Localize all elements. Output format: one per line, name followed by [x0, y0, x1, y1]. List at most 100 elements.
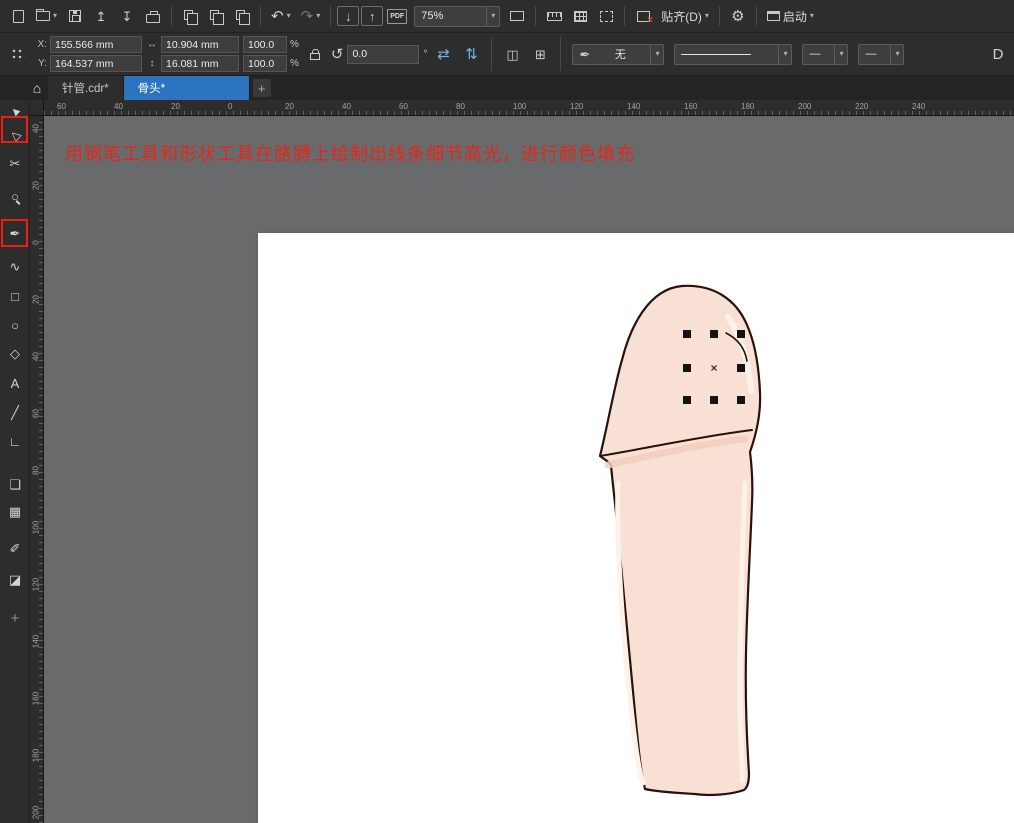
align-grid-button[interactable]: ⊞	[528, 41, 552, 67]
print-button[interactable]	[141, 3, 165, 29]
percent-label: %	[290, 39, 299, 50]
ellipse-tool[interactable]: ○	[0, 314, 30, 336]
tab-document-1[interactable]: 针管.cdr*	[48, 76, 124, 100]
bspline-tool[interactable]: ∿	[0, 255, 30, 277]
crop-tool[interactable]: ✂	[0, 152, 30, 174]
dimension-tool[interactable]: ╱	[0, 401, 30, 423]
caret-icon: ▾	[650, 44, 663, 64]
start-arrowhead-value: —	[809, 48, 821, 60]
cut-button[interactable]	[178, 3, 202, 29]
eyedropper-tool[interactable]: ✐	[0, 537, 30, 559]
redo-button[interactable]: ↷ ▾	[297, 3, 325, 29]
scale-x-input[interactable]: 100.0	[243, 36, 287, 53]
end-arrowhead-select[interactable]: — ▾	[858, 43, 905, 65]
zoom-level-select[interactable]: 75% ▾	[414, 5, 501, 27]
selection-handle[interactable]	[683, 330, 691, 338]
zoom-tool[interactable]: ○	[0, 185, 30, 207]
text-wrap-button[interactable]: D	[986, 41, 1010, 67]
rectangle-tool[interactable]: □	[0, 285, 30, 307]
scale-y-input[interactable]: 100.0	[243, 55, 287, 72]
export-dialog-button[interactable]: ↑	[361, 6, 384, 26]
line-style-select[interactable]: ▾	[674, 43, 793, 65]
ruler-label: 120	[31, 577, 41, 592]
caret-icon: ▾	[704, 11, 709, 20]
ruler-label: 80	[456, 102, 465, 111]
y-label: Y:	[38, 58, 47, 69]
snap-icon	[636, 10, 653, 26]
y-position-input[interactable]: 164.537 mm	[50, 55, 142, 72]
show-guidelines-button[interactable]	[594, 3, 618, 29]
object-origin-grid-icon[interactable]	[10, 46, 25, 62]
ruler-label: 100	[513, 102, 527, 111]
drop-shadow-tool[interactable]: ❏	[0, 473, 30, 495]
text-tool[interactable]: A	[0, 372, 30, 394]
bone-drawing[interactable]	[258, 233, 1014, 823]
new-document-icon	[12, 9, 24, 23]
outline-width-value: 无	[614, 49, 626, 61]
application-icon	[766, 11, 780, 21]
rotation-angle-input[interactable]: 0.0	[347, 44, 420, 64]
tab-document-2[interactable]: 骨头*	[123, 76, 250, 100]
transparency-tool[interactable]: ▦	[0, 500, 30, 522]
ruler-label: 20	[31, 181, 41, 190]
connector-tool[interactable]: ∟	[0, 430, 30, 452]
open-button[interactable]: ▾	[32, 3, 61, 29]
ruler-label: 180	[741, 102, 755, 111]
mirror-vertical-button[interactable]: ⇅	[459, 41, 483, 67]
lock-ratio-button[interactable]	[303, 41, 327, 67]
drawing-canvas[interactable]: 用钢笔工具和形状工具在胳膊上绘制出线条细节高光，进行颜色填充 ×	[44, 116, 1014, 823]
undo-button[interactable]: ↶ ▾	[267, 3, 295, 29]
selection-handle[interactable]	[683, 396, 691, 404]
new-document-tab-button[interactable]: +	[252, 79, 271, 97]
snap-off-button[interactable]	[631, 3, 655, 29]
import-button[interactable]: ↥	[89, 3, 113, 29]
polygon-tool[interactable]: ◇	[0, 342, 30, 364]
show-grid-button[interactable]	[568, 3, 592, 29]
ruler-vertical[interactable]: 40 20 0 20 40 60 80 100 120 140 160 180 200	[30, 116, 44, 823]
zoom-tool-icon: ○	[11, 188, 19, 204]
separator	[171, 6, 173, 26]
start-arrowhead-select[interactable]: — ▾	[802, 43, 849, 65]
caret-icon: ▾	[834, 44, 847, 64]
ruler-label: 160	[31, 691, 41, 706]
new-document-button[interactable]	[6, 3, 30, 29]
dimension-tool-icon: ╱	[11, 404, 19, 420]
selection-handle[interactable]	[737, 396, 745, 404]
options-button[interactable]: ⚙	[726, 3, 750, 29]
import-dialog-button[interactable]: ↓	[337, 6, 360, 26]
outline-width-select[interactable]: ✒ 无 ▾	[572, 43, 665, 65]
welcome-home-button[interactable]: ⌂	[26, 76, 48, 100]
bone-shape[interactable]	[598, 284, 762, 797]
caret-icon: ▾	[486, 6, 499, 26]
ruler-corner	[30, 100, 44, 116]
width-input[interactable]: 10.904 mm	[161, 36, 239, 53]
publish-pdf-button[interactable]: PDF	[385, 3, 409, 29]
launch-dropdown[interactable]: 启动 ▾	[763, 3, 818, 29]
ruler-label: 40	[31, 352, 41, 361]
selection-center-marker[interactable]: ×	[708, 361, 720, 375]
fullscreen-preview-button[interactable]	[505, 3, 529, 29]
x-position-input[interactable]: 155.566 mm	[50, 36, 142, 53]
selection-handle[interactable]	[710, 396, 718, 404]
interactive-fill-tool[interactable]: ◪	[0, 568, 30, 590]
selection-handle[interactable]	[737, 330, 745, 338]
more-tools[interactable]: +	[0, 607, 30, 629]
paste-button[interactable]	[230, 3, 254, 29]
ruler-label: 40	[114, 102, 123, 111]
import-icon: ↥	[95, 8, 107, 24]
selection-handle[interactable]	[683, 364, 691, 372]
save-button[interactable]	[63, 3, 87, 29]
mirror-horizontal-button[interactable]: ⇄	[431, 41, 455, 67]
selection-handle[interactable]	[710, 330, 718, 338]
export-button[interactable]: ↧	[115, 3, 139, 29]
copy-button[interactable]	[204, 3, 228, 29]
ruler-horizontal[interactable]: 60 40 20 0 20 40 60 80 100 120 140 160 180 200 220 240	[44, 100, 1014, 116]
launch-label: 启动	[782, 9, 807, 24]
duplicate-distance-button[interactable]: ◫	[500, 41, 524, 67]
snap-to-dropdown[interactable]: 贴齐(D) ▾	[657, 3, 713, 29]
document-page[interactable]	[258, 233, 1014, 823]
separator	[491, 37, 493, 71]
show-rulers-button[interactable]	[542, 3, 566, 29]
height-input[interactable]: 16.081 mm	[161, 55, 239, 72]
selection-handle[interactable]	[737, 364, 745, 372]
